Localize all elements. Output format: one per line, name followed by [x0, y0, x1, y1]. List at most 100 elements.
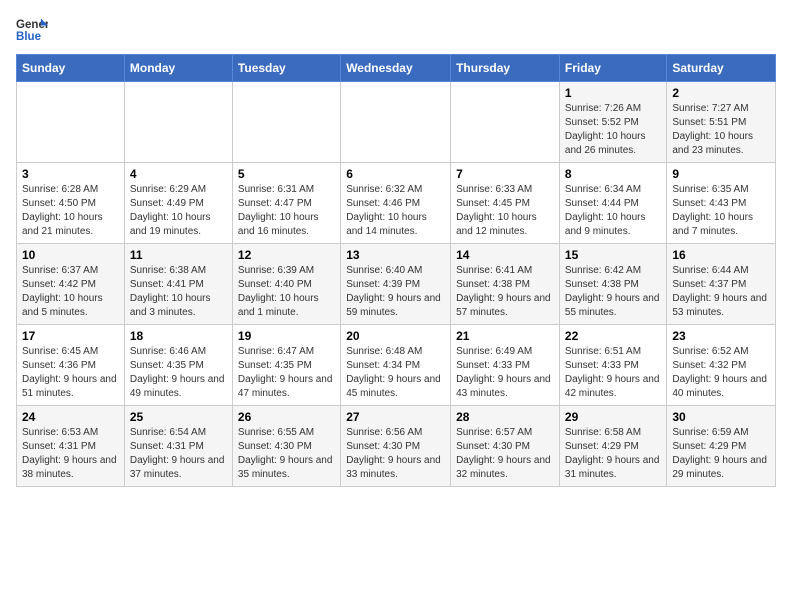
weekday-header: Monday: [124, 55, 232, 82]
calendar-cell: 24 Sunrise: 6:53 AM Sunset: 4:31 PM Dayli…: [17, 406, 125, 487]
calendar-cell: [451, 82, 560, 163]
calendar-cell: 11 Sunrise: 6:38 AM Sunset: 4:41 PM Dayli…: [124, 244, 232, 325]
day-info: Sunrise: 6:40 AM Sunset: 4:39 PM Dayligh…: [346, 264, 445, 320]
day-number: 21: [456, 329, 554, 343]
calendar-cell: 4 Sunrise: 6:29 AM Sunset: 4:49 PM Daylig…: [124, 163, 232, 244]
calendar-week-row: 17 Sunrise: 6:45 AM Sunset: 4:36 PM Dayli…: [17, 325, 776, 406]
weekday-header: Thursday: [451, 55, 560, 82]
day-info: Sunrise: 6:33 AM Sunset: 4:45 PM Dayligh…: [456, 183, 554, 239]
logo: General Blue: [16, 16, 48, 44]
day-info: Sunrise: 6:54 AM Sunset: 4:31 PM Dayligh…: [130, 426, 227, 482]
calendar-cell: 18 Sunrise: 6:46 AM Sunset: 4:35 PM Dayli…: [124, 325, 232, 406]
day-number: 15: [565, 248, 661, 262]
day-number: 12: [238, 248, 335, 262]
day-info: Sunrise: 6:47 AM Sunset: 4:35 PM Dayligh…: [238, 345, 335, 401]
day-info: Sunrise: 6:56 AM Sunset: 4:30 PM Dayligh…: [346, 426, 445, 482]
calendar-cell: 12Sunrise: 6:39 AM Sunset: 4:40 PM Dayli…: [232, 244, 340, 325]
day-number: 9: [672, 167, 770, 181]
calendar-cell: 3 Sunrise: 6:28 AM Sunset: 4:50 PM Daylig…: [17, 163, 125, 244]
weekday-header: Wednesday: [341, 55, 451, 82]
calendar-week-row: 1 Sunrise: 7:26 AM Sunset: 5:52 PM Daylig…: [17, 82, 776, 163]
calendar-cell: 9Sunrise: 6:35 AM Sunset: 4:43 PM Daylig…: [667, 163, 776, 244]
logo-icon: General Blue: [16, 16, 48, 44]
day-info: Sunrise: 6:46 AM Sunset: 4:35 PM Dayligh…: [130, 345, 227, 401]
weekday-header: Sunday: [17, 55, 125, 82]
day-number: 13: [346, 248, 445, 262]
day-info: Sunrise: 6:37 AM Sunset: 4:42 PM Dayligh…: [22, 264, 119, 320]
day-number: 28: [456, 410, 554, 424]
calendar-cell: 2 Sunrise: 7:27 AM Sunset: 5:51 PM Daylig…: [667, 82, 776, 163]
day-info: Sunrise: 6:31 AM Sunset: 4:47 PM Dayligh…: [238, 183, 335, 239]
day-info: Sunrise: 6:32 AM Sunset: 4:46 PM Dayligh…: [346, 183, 445, 239]
day-number: 5: [238, 167, 335, 181]
day-info: Sunrise: 6:53 AM Sunset: 4:31 PM Dayligh…: [22, 426, 119, 482]
day-info: Sunrise: 6:48 AM Sunset: 4:34 PM Dayligh…: [346, 345, 445, 401]
calendar-cell: [124, 82, 232, 163]
calendar-week-row: 24 Sunrise: 6:53 AM Sunset: 4:31 PM Dayli…: [17, 406, 776, 487]
day-number: 25: [130, 410, 227, 424]
day-number: 24: [22, 410, 119, 424]
weekday-header: Tuesday: [232, 55, 340, 82]
day-number: 26: [238, 410, 335, 424]
day-info: Sunrise: 6:41 AM Sunset: 4:38 PM Dayligh…: [456, 264, 554, 320]
calendar-cell: 29 Sunrise: 6:58 AM Sunset: 4:29 PM Dayli…: [559, 406, 666, 487]
day-info: Sunrise: 6:38 AM Sunset: 4:41 PM Dayligh…: [130, 264, 227, 320]
day-info: Sunrise: 6:57 AM Sunset: 4:30 PM Dayligh…: [456, 426, 554, 482]
day-info: Sunrise: 6:59 AM Sunset: 4:29 PM Dayligh…: [672, 426, 770, 482]
calendar-cell: 26Sunrise: 6:55 AM Sunset: 4:30 PM Dayli…: [232, 406, 340, 487]
calendar-cell: 8Sunrise: 6:34 AM Sunset: 4:44 PM Daylig…: [559, 163, 666, 244]
calendar-cell: 17 Sunrise: 6:45 AM Sunset: 4:36 PM Dayli…: [17, 325, 125, 406]
calendar-cell: 21 Sunrise: 6:49 AM Sunset: 4:33 PM Dayli…: [451, 325, 560, 406]
calendar-cell: [341, 82, 451, 163]
calendar-cell: 14 Sunrise: 6:41 AM Sunset: 4:38 PM Dayli…: [451, 244, 560, 325]
calendar-cell: [17, 82, 125, 163]
day-info: Sunrise: 6:52 AM Sunset: 4:32 PM Dayligh…: [672, 345, 770, 401]
day-number: 11: [130, 248, 227, 262]
day-info: Sunrise: 7:27 AM Sunset: 5:51 PM Dayligh…: [672, 102, 770, 158]
calendar-cell: 7Sunrise: 6:33 AM Sunset: 4:45 PM Daylig…: [451, 163, 560, 244]
day-info: Sunrise: 6:44 AM Sunset: 4:37 PM Dayligh…: [672, 264, 770, 320]
calendar-week-row: 10 Sunrise: 6:37 AM Sunset: 4:42 PM Dayli…: [17, 244, 776, 325]
svg-text:Blue: Blue: [16, 31, 42, 43]
day-info: Sunrise: 6:49 AM Sunset: 4:33 PM Dayligh…: [456, 345, 554, 401]
day-number: 1: [565, 86, 661, 100]
calendar-cell: 22Sunrise: 6:51 AM Sunset: 4:33 PM Dayli…: [559, 325, 666, 406]
calendar-cell: 30 Sunrise: 6:59 AM Sunset: 4:29 PM Dayli…: [667, 406, 776, 487]
calendar-cell: 13 Sunrise: 6:40 AM Sunset: 4:39 PM Dayli…: [341, 244, 451, 325]
day-number: 2: [672, 86, 770, 100]
day-info: Sunrise: 6:45 AM Sunset: 4:36 PM Dayligh…: [22, 345, 119, 401]
day-info: Sunrise: 6:42 AM Sunset: 4:38 PM Dayligh…: [565, 264, 661, 320]
weekday-header: Friday: [559, 55, 666, 82]
calendar-cell: 28 Sunrise: 6:57 AM Sunset: 4:30 PM Dayli…: [451, 406, 560, 487]
day-info: Sunrise: 6:28 AM Sunset: 4:50 PM Dayligh…: [22, 183, 119, 239]
calendar-cell: 23Sunrise: 6:52 AM Sunset: 4:32 PM Dayli…: [667, 325, 776, 406]
day-number: 10: [22, 248, 119, 262]
day-info: Sunrise: 6:58 AM Sunset: 4:29 PM Dayligh…: [565, 426, 661, 482]
day-number: 17: [22, 329, 119, 343]
day-number: 6: [346, 167, 445, 181]
day-number: 3: [22, 167, 119, 181]
day-info: Sunrise: 7:26 AM Sunset: 5:52 PM Dayligh…: [565, 102, 661, 158]
calendar-cell: 1 Sunrise: 7:26 AM Sunset: 5:52 PM Daylig…: [559, 82, 666, 163]
calendar-cell: 16 Sunrise: 6:44 AM Sunset: 4:37 PM Dayli…: [667, 244, 776, 325]
day-number: 19: [238, 329, 335, 343]
calendar-cell: 5 Sunrise: 6:31 AM Sunset: 4:47 PM Daylig…: [232, 163, 340, 244]
calendar-header-row: SundayMondayTuesdayWednesdayThursdayFrid…: [17, 55, 776, 82]
day-info: Sunrise: 6:51 AM Sunset: 4:33 PM Dayligh…: [565, 345, 661, 401]
day-number: 20: [346, 329, 445, 343]
day-number: 30: [672, 410, 770, 424]
calendar-cell: [232, 82, 340, 163]
day-number: 4: [130, 167, 227, 181]
calendar-week-row: 3 Sunrise: 6:28 AM Sunset: 4:50 PM Daylig…: [17, 163, 776, 244]
calendar-cell: 20 Sunrise: 6:48 AM Sunset: 4:34 PM Dayli…: [341, 325, 451, 406]
day-info: Sunrise: 6:29 AM Sunset: 4:49 PM Dayligh…: [130, 183, 227, 239]
day-number: 18: [130, 329, 227, 343]
day-number: 16: [672, 248, 770, 262]
calendar-cell: 19 Sunrise: 6:47 AM Sunset: 4:35 PM Dayli…: [232, 325, 340, 406]
weekday-header: Saturday: [667, 55, 776, 82]
calendar-cell: 6 Sunrise: 6:32 AM Sunset: 4:46 PM Daylig…: [341, 163, 451, 244]
day-number: 29: [565, 410, 661, 424]
calendar-cell: 25 Sunrise: 6:54 AM Sunset: 4:31 PM Dayli…: [124, 406, 232, 487]
day-number: 8: [565, 167, 661, 181]
day-number: 14: [456, 248, 554, 262]
